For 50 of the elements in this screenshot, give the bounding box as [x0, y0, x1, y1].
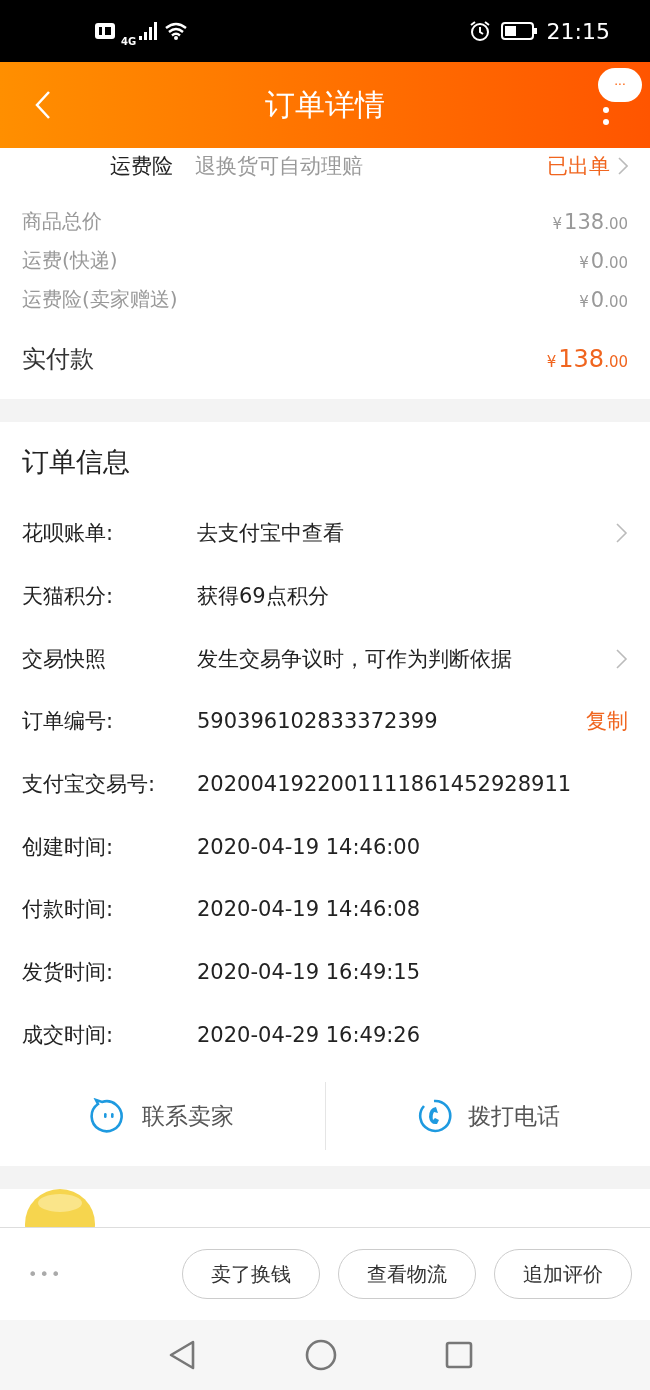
info-label: 订单编号:	[22, 708, 115, 736]
contact-button[interactable]: 联系卖家	[142, 1100, 235, 1132]
price-label: 运费险(卖家赠送)	[22, 286, 178, 313]
clock-time: 21:15	[546, 18, 610, 44]
chevron-icon[interactable]	[616, 523, 628, 544]
alarm-icon	[468, 20, 491, 42]
chevron-icon[interactable]	[616, 648, 628, 669]
hd-icon	[95, 23, 115, 39]
info-value: 2020-04-19 16:49:15	[197, 960, 422, 985]
price-label: 运费(快递)	[22, 247, 118, 274]
chevron-icon	[618, 157, 628, 175]
more-icon[interactable]	[602, 104, 610, 126]
action-button[interactable]: 查看物流	[338, 1249, 476, 1300]
info-label: 交易快照	[22, 645, 107, 673]
info-value: 2020-04-19 14:46:08	[197, 897, 422, 922]
info-value: 2020-04-29 16:49:26	[197, 1022, 422, 1047]
wifi-icon	[164, 22, 189, 40]
home-icon[interactable]	[305, 1339, 337, 1372]
info-value[interactable]: 发生交易争议时，可作为判断依据	[197, 644, 616, 673]
signal-icon	[138, 22, 159, 40]
info-value[interactable]: 去支付宝中查看	[197, 519, 616, 548]
info-value: 2020-04-19 14:46:00	[197, 834, 422, 859]
recents-icon[interactable]	[445, 1341, 473, 1370]
section-title: 订单信息	[22, 445, 131, 479]
page-title: 订单详情	[265, 85, 385, 124]
insurance-label: 运费险	[110, 153, 173, 180]
paid-amount: ¥138.00	[546, 345, 628, 373]
info-label: 天猫积分:	[22, 583, 115, 611]
price-value: ¥0.00	[579, 248, 628, 273]
insurance-description: 退换货可自动理赔	[195, 153, 364, 180]
price-value: ¥138.00	[552, 209, 628, 234]
info-label: 付款时间:	[22, 896, 115, 924]
info-label: 发货时间:	[22, 959, 115, 987]
back-icon[interactable]	[34, 90, 52, 120]
action-button[interactable]: 卖了换钱	[182, 1249, 320, 1300]
network-type: 4G	[121, 35, 137, 47]
battery-icon	[500, 22, 537, 40]
info-value: 590396102833372399	[197, 709, 439, 734]
info-label: 成交时间:	[22, 1021, 115, 1049]
action-button[interactable]: 追加评价	[494, 1249, 632, 1300]
info-value: 获得69点积分	[197, 583, 330, 611]
info-label: 花呗账单:	[22, 520, 115, 548]
paid-label: 实付款	[22, 344, 94, 375]
info-label: 支付宝交易号:	[22, 771, 157, 799]
info-value: 2020041922001111861452928911	[197, 772, 573, 797]
contact-button[interactable]: 拨打电话	[467, 1100, 560, 1132]
back-icon[interactable]	[167, 1339, 197, 1372]
info-label: 创建时间:	[22, 833, 115, 861]
price-value: ¥0.00	[579, 287, 628, 312]
price-label: 商品总价	[22, 208, 102, 235]
